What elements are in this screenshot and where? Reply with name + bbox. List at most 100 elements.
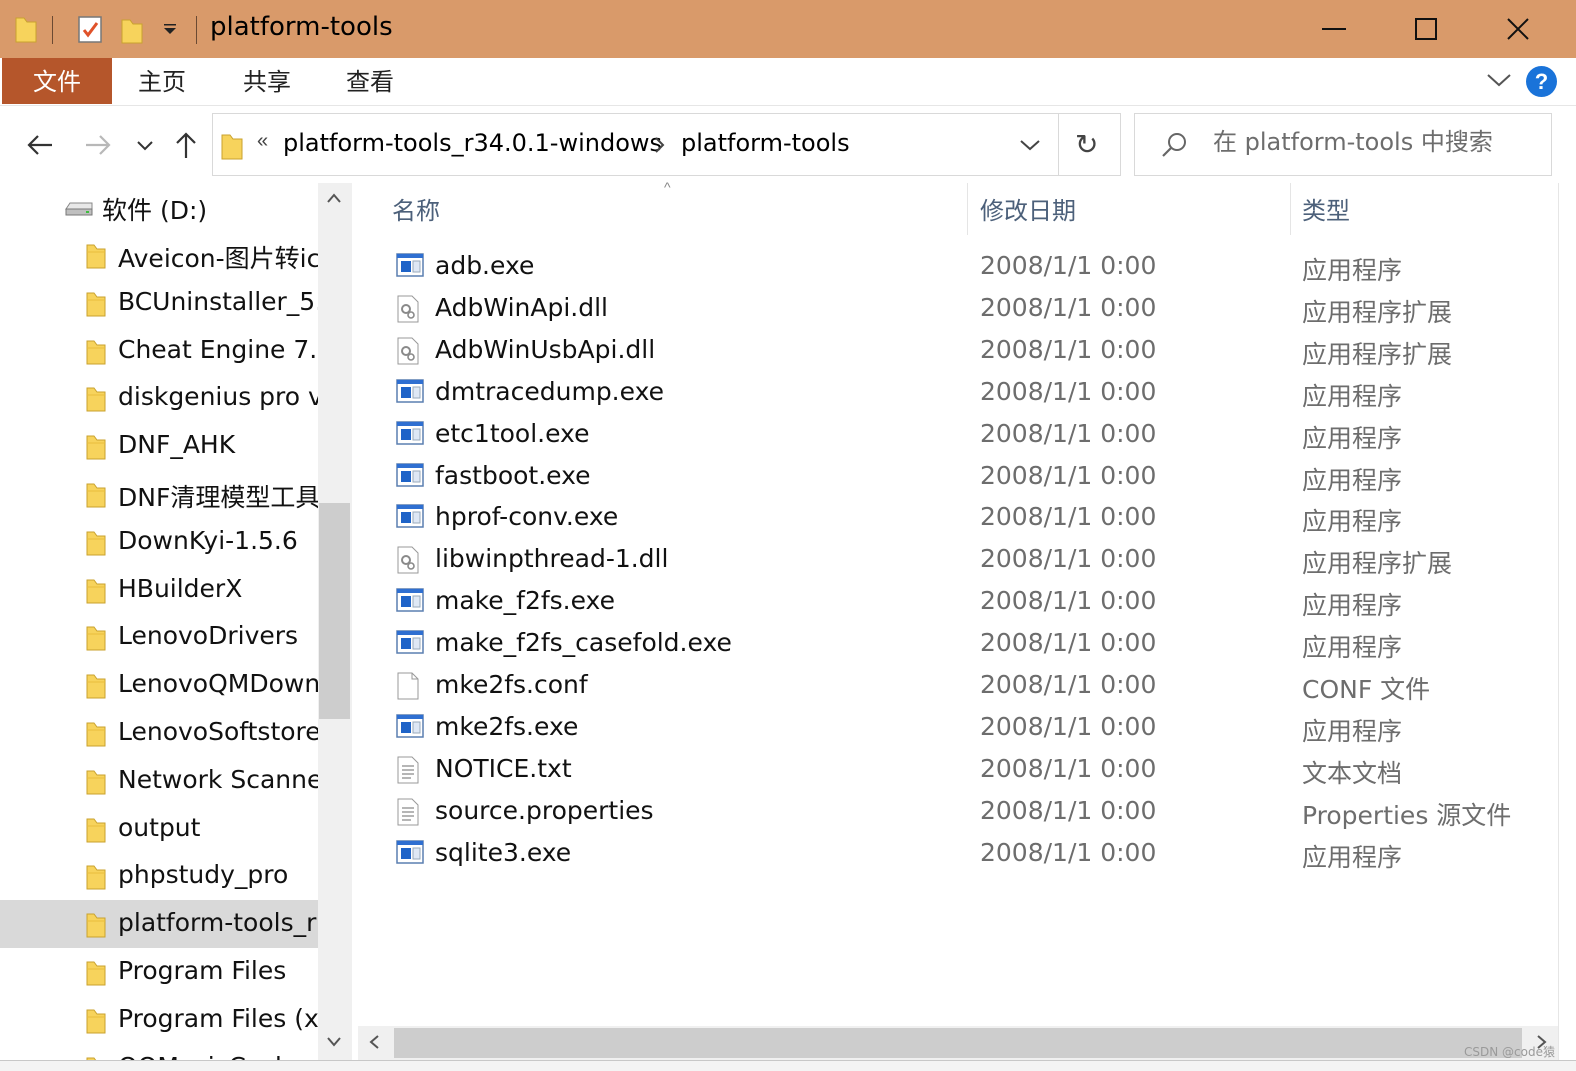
tree-item-label: DownKyi-1.5.6: [118, 525, 298, 555]
scrollbar-thumb[interactable]: [319, 503, 350, 719]
application-icon: [396, 714, 424, 743]
folder-icon: [86, 721, 106, 752]
file-type: 应用程序: [1302, 716, 1403, 746]
application-icon: [396, 378, 424, 408]
forward-arrow-icon[interactable]: [84, 133, 112, 162]
file-name: AdbWinApi.dll: [435, 292, 608, 322]
file-row[interactable]: libwinpthread-1.dll 2008/1/1 0:00 应用程序扩展: [358, 539, 1558, 581]
blank-file-icon: [396, 672, 420, 705]
new-folder-icon[interactable]: [120, 14, 144, 49]
file-row[interactable]: make_f2fs.exe 2008/1/1 0:00 应用程序: [358, 581, 1558, 623]
file-row[interactable]: hprof-conv.exe 2008/1/1 0:00 应用程序: [358, 497, 1558, 539]
folder-icon: [86, 482, 106, 513]
recent-locations-chevron-icon[interactable]: [136, 139, 154, 157]
maximize-button[interactable]: [1380, 0, 1472, 58]
tree-item-drive[interactable]: 软件 (D:): [0, 183, 318, 231]
file-row[interactable]: sqlite3.exe 2008/1/1 0:00 应用程序: [358, 833, 1558, 875]
breadcrumb-overflow[interactable]: «: [257, 130, 268, 153]
up-arrow-icon[interactable]: [174, 131, 198, 164]
file-row[interactable]: NOTICE.txt 2008/1/1 0:00 文本文档: [358, 749, 1558, 791]
tree-item-folder[interactable]: BCUninstaller_5.5_: [0, 279, 318, 327]
file-row[interactable]: dmtracedump.exe 2008/1/1 0:00 应用程序: [358, 372, 1558, 414]
file-row[interactable]: AdbWinApi.dll 2008/1/1 0:00 应用程序扩展: [358, 288, 1558, 330]
navigation-bar: « platform-tools_r34.0.1-windows platfor…: [0, 107, 1576, 183]
tab-home[interactable]: 主页: [138, 58, 186, 104]
tree-item-label: BCUninstaller_5.5_: [118, 286, 318, 316]
tab-view[interactable]: 查看: [346, 58, 394, 104]
tree-item-folder[interactable]: LenovoDrivers: [0, 613, 318, 661]
column-divider[interactable]: [1290, 183, 1291, 235]
column-header-date[interactable]: 修改日期: [980, 191, 1076, 226]
tree-item-folder[interactable]: Network Scanner: [0, 757, 318, 805]
expand-ribbon-chevron-icon[interactable]: [1486, 70, 1512, 95]
dll-gear-icon: [396, 295, 420, 328]
help-button[interactable]: ?: [1526, 66, 1557, 97]
properties-icon[interactable]: [76, 14, 104, 49]
tree-item-folder[interactable]: Cheat Engine 7.5: [0, 327, 318, 375]
file-row[interactable]: adb.exe 2008/1/1 0:00 应用程序: [358, 246, 1558, 288]
column-divider[interactable]: [967, 183, 968, 235]
tree-item-folder[interactable]: QQMusicCache: [0, 1044, 318, 1061]
tree-item-folder[interactable]: Aveicon-图片转ico: [0, 231, 318, 279]
file-type: 应用程序扩展: [1302, 297, 1453, 327]
tree-item-folder[interactable]: diskgenius pro v5: [0, 374, 318, 422]
tree-item-folder[interactable]: DownKyi-1.5.6: [0, 518, 318, 566]
address-history-chevron-icon[interactable]: [1019, 138, 1041, 157]
scrollbar-thumb[interactable]: [394, 1028, 1522, 1058]
column-header-type[interactable]: 类型: [1302, 191, 1350, 226]
folder-icon: [86, 625, 106, 656]
tree-item-label: output: [118, 812, 201, 842]
breadcrumb-item[interactable]: platform-tools: [681, 129, 850, 157]
minimize-icon: [1322, 28, 1346, 30]
file-date: 2008/1/1 0:00: [980, 334, 1157, 364]
horizontal-scrollbar[interactable]: [358, 1026, 1558, 1060]
scroll-left-arrow-icon[interactable]: [368, 1034, 380, 1055]
toolbar-separator: [196, 16, 197, 44]
folder-icon: [86, 864, 106, 895]
file-row[interactable]: make_f2fs_casefold.exe 2008/1/1 0:00 应用程序: [358, 623, 1558, 665]
customize-toolbar-icon[interactable]: [162, 22, 178, 41]
column-header-name[interactable]: 名称: [392, 191, 440, 226]
address-bar[interactable]: « platform-tools_r34.0.1-windows platfor…: [212, 113, 1121, 176]
tree-item-label: HBuilderX: [118, 573, 243, 603]
file-row[interactable]: mke2fs.exe 2008/1/1 0:00 应用程序: [358, 707, 1558, 749]
search-box[interactable]: [1134, 113, 1552, 176]
application-icon: [396, 253, 424, 282]
tree-item-folder[interactable]: LenovoQMDownl: [0, 661, 318, 709]
tree-item-folder[interactable]: output: [0, 805, 318, 853]
tree-item-folder[interactable]: DNF清理模型工具(: [0, 470, 318, 518]
file-row[interactable]: AdbWinUsbApi.dll 2008/1/1 0:00 应用程序扩展: [358, 330, 1558, 372]
dll-gear-icon: [396, 337, 420, 370]
tab-file[interactable]: 文件: [2, 58, 112, 104]
close-button[interactable]: [1472, 0, 1564, 58]
application-icon: [396, 504, 424, 533]
file-row[interactable]: etc1tool.exe 2008/1/1 0:00 应用程序: [358, 414, 1558, 456]
tab-share[interactable]: 共享: [243, 58, 291, 104]
file-date: 2008/1/1 0:00: [980, 502, 1157, 532]
tree-item-folder[interactable]: platform-tools_r34: [0, 900, 318, 949]
tree-item-folder[interactable]: Program Files (x86: [0, 996, 318, 1044]
tree-item-folder[interactable]: phpstudy_pro: [0, 852, 318, 900]
back-arrow-icon[interactable]: [26, 133, 54, 162]
minimize-button[interactable]: [1288, 0, 1380, 58]
watermark: CSDN @code猿: [1464, 1045, 1555, 1059]
breadcrumb-item[interactable]: platform-tools_r34.0.1-windows: [283, 129, 662, 157]
tree-item-folder[interactable]: Program Files: [0, 948, 318, 996]
scroll-up-arrow-icon[interactable]: [326, 191, 342, 209]
refresh-icon[interactable]: ↻: [1075, 128, 1098, 161]
vertical-scrollbar[interactable]: [318, 183, 352, 1061]
file-row[interactable]: fastboot.exe 2008/1/1 0:00 应用程序: [358, 456, 1558, 498]
tree-item-folder[interactable]: HBuilderX: [0, 566, 318, 614]
file-row[interactable]: source.properties 2008/1/1 0:00 Properties…: [358, 791, 1558, 833]
folder-icon: [86, 960, 106, 991]
search-input[interactable]: [1213, 128, 1543, 156]
tree-item-label: LenovoQMDownl: [118, 669, 318, 699]
scroll-down-arrow-icon[interactable]: [326, 1035, 342, 1053]
chevron-right-icon[interactable]: [653, 136, 665, 159]
tree-item-folder[interactable]: DNF_AHK: [0, 422, 318, 470]
file-type: 应用程序: [1302, 591, 1403, 621]
folder-icon: [86, 243, 106, 274]
tree-item-folder[interactable]: LenovoSoftstore: [0, 709, 318, 757]
folder-icon: [86, 673, 106, 704]
file-row[interactable]: mke2fs.conf 2008/1/1 0:00 CONF 文件: [358, 665, 1558, 707]
